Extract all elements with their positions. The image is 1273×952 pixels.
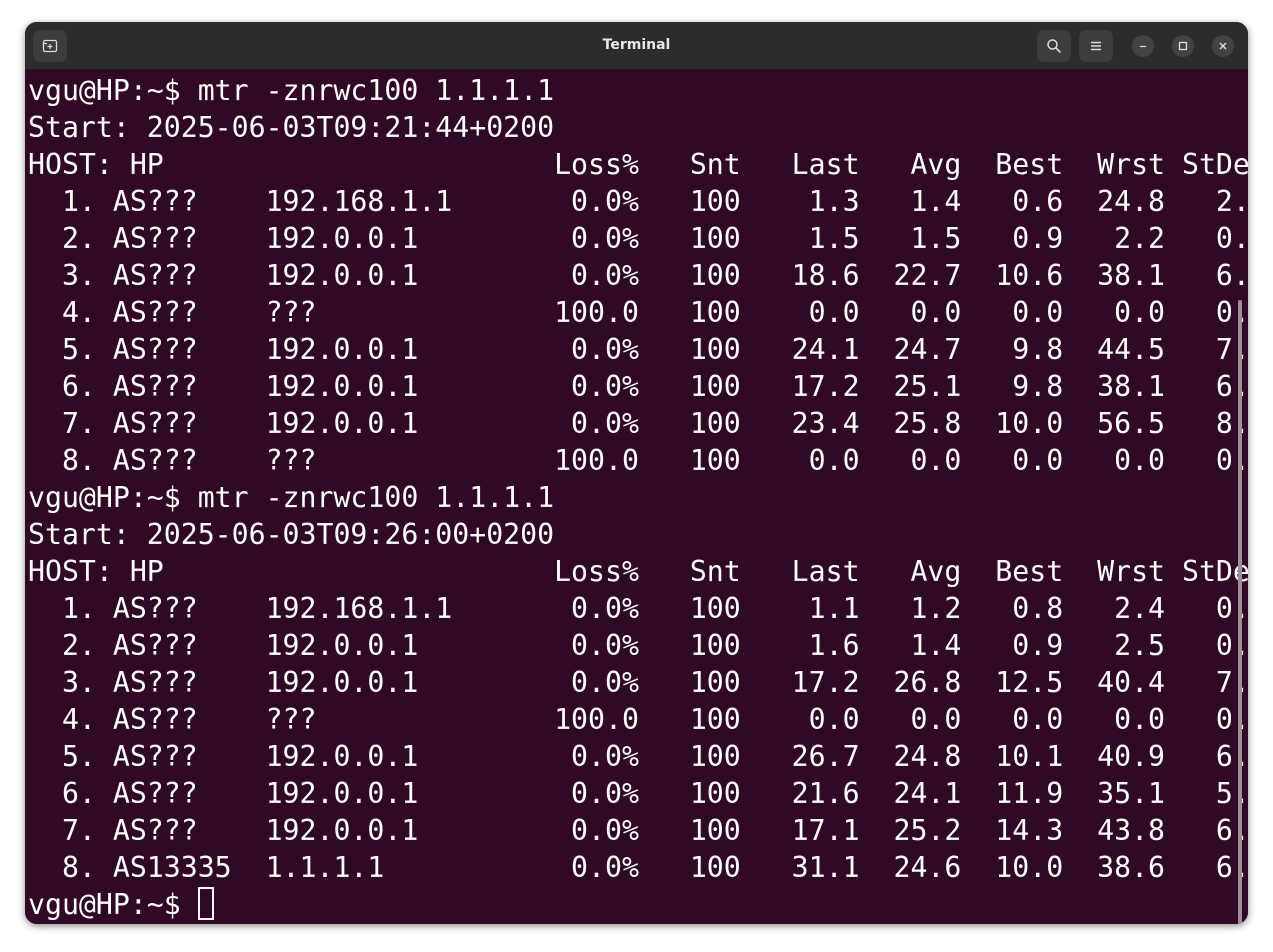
prompt-line[interactable]: vgu@HP:~$ (28, 886, 214, 923)
new-tab-icon (42, 39, 58, 53)
terminal-line: 8. AS??? ??? 100.0 100 0.0 0.0 0.0 0.0 0… (28, 444, 1248, 477)
terminal-line: 4. AS??? ??? 100.0 100 0.0 0.0 0.0 0.0 0… (28, 703, 1248, 736)
minimize-button[interactable] (1132, 35, 1154, 57)
search-icon (1047, 39, 1061, 53)
prompt: vgu@HP:~$ (28, 888, 181, 921)
terminal-line: 5. AS??? 192.0.0.1 0.0% 100 26.7 24.8 10… (28, 740, 1248, 773)
terminal-output[interactable]: vgu@HP:~$ mtr -znrwc100 1.1.1.1 Start: 2… (25, 70, 1248, 924)
terminal-line: 1. AS??? 192.168.1.1 0.0% 100 1.1 1.2 0.… (28, 592, 1248, 625)
maximize-icon (1178, 41, 1188, 51)
hamburger-menu-icon (1091, 41, 1101, 51)
menu-button[interactable] (1079, 30, 1113, 62)
title-bar[interactable]: Terminal (25, 22, 1248, 70)
scrollbar[interactable] (1238, 300, 1242, 924)
search-button[interactable] (1037, 30, 1071, 62)
terminal-line: HOST: HP Loss% Snt Last Avg Best Wrst St… (28, 555, 1248, 588)
text-cursor (197, 887, 214, 920)
close-button[interactable] (1212, 35, 1234, 57)
terminal-line: 1. AS??? 192.168.1.1 0.0% 100 1.3 1.4 0.… (28, 185, 1248, 218)
terminal-line: HOST: HP Loss% Snt Last Avg Best Wrst St… (28, 148, 1248, 181)
maximize-button[interactable] (1172, 35, 1194, 57)
terminal-line: 6. AS??? 192.0.0.1 0.0% 100 21.6 24.1 11… (28, 777, 1248, 810)
terminal-line: 4. AS??? ??? 100.0 100 0.0 0.0 0.0 0.0 0… (28, 296, 1248, 329)
terminal-line: Start: 2025-06-03T09:26:00+0200 (28, 518, 555, 551)
close-icon (1219, 42, 1227, 50)
terminal-line: 7. AS??? 192.0.0.1 0.0% 100 17.1 25.2 14… (28, 814, 1248, 847)
terminal-window: Terminal vgu@HP:~$ mtr -znrwc100 1.1.1.1… (25, 22, 1248, 924)
minimize-icon (1140, 45, 1146, 48)
terminal-line: 6. AS??? 192.0.0.1 0.0% 100 17.2 25.1 9.… (28, 370, 1248, 403)
new-tab-button[interactable] (33, 30, 67, 62)
terminal-line: 2. AS??? 192.0.0.1 0.0% 100 1.5 1.5 0.9 … (28, 222, 1248, 255)
terminal-line: vgu@HP:~$ mtr -znrwc100 1.1.1.1 (28, 481, 555, 514)
terminal-line: Start: 2025-06-03T09:21:44+0200 (28, 111, 555, 144)
terminal-line: 3. AS??? 192.0.0.1 0.0% 100 18.6 22.7 10… (28, 259, 1248, 292)
terminal-line: 3. AS??? 192.0.0.1 0.0% 100 17.2 26.8 12… (28, 666, 1248, 699)
terminal-line: 2. AS??? 192.0.0.1 0.0% 100 1.6 1.4 0.9 … (28, 629, 1248, 662)
terminal-line: vgu@HP:~$ mtr -znrwc100 1.1.1.1 (28, 74, 555, 107)
terminal-line: 8. AS13335 1.1.1.1 0.0% 100 31.1 24.6 10… (28, 851, 1248, 884)
terminal-line: 7. AS??? 192.0.0.1 0.0% 100 23.4 25.8 10… (28, 407, 1248, 440)
terminal-line: 5. AS??? 192.0.0.1 0.0% 100 24.1 24.7 9.… (28, 333, 1248, 366)
